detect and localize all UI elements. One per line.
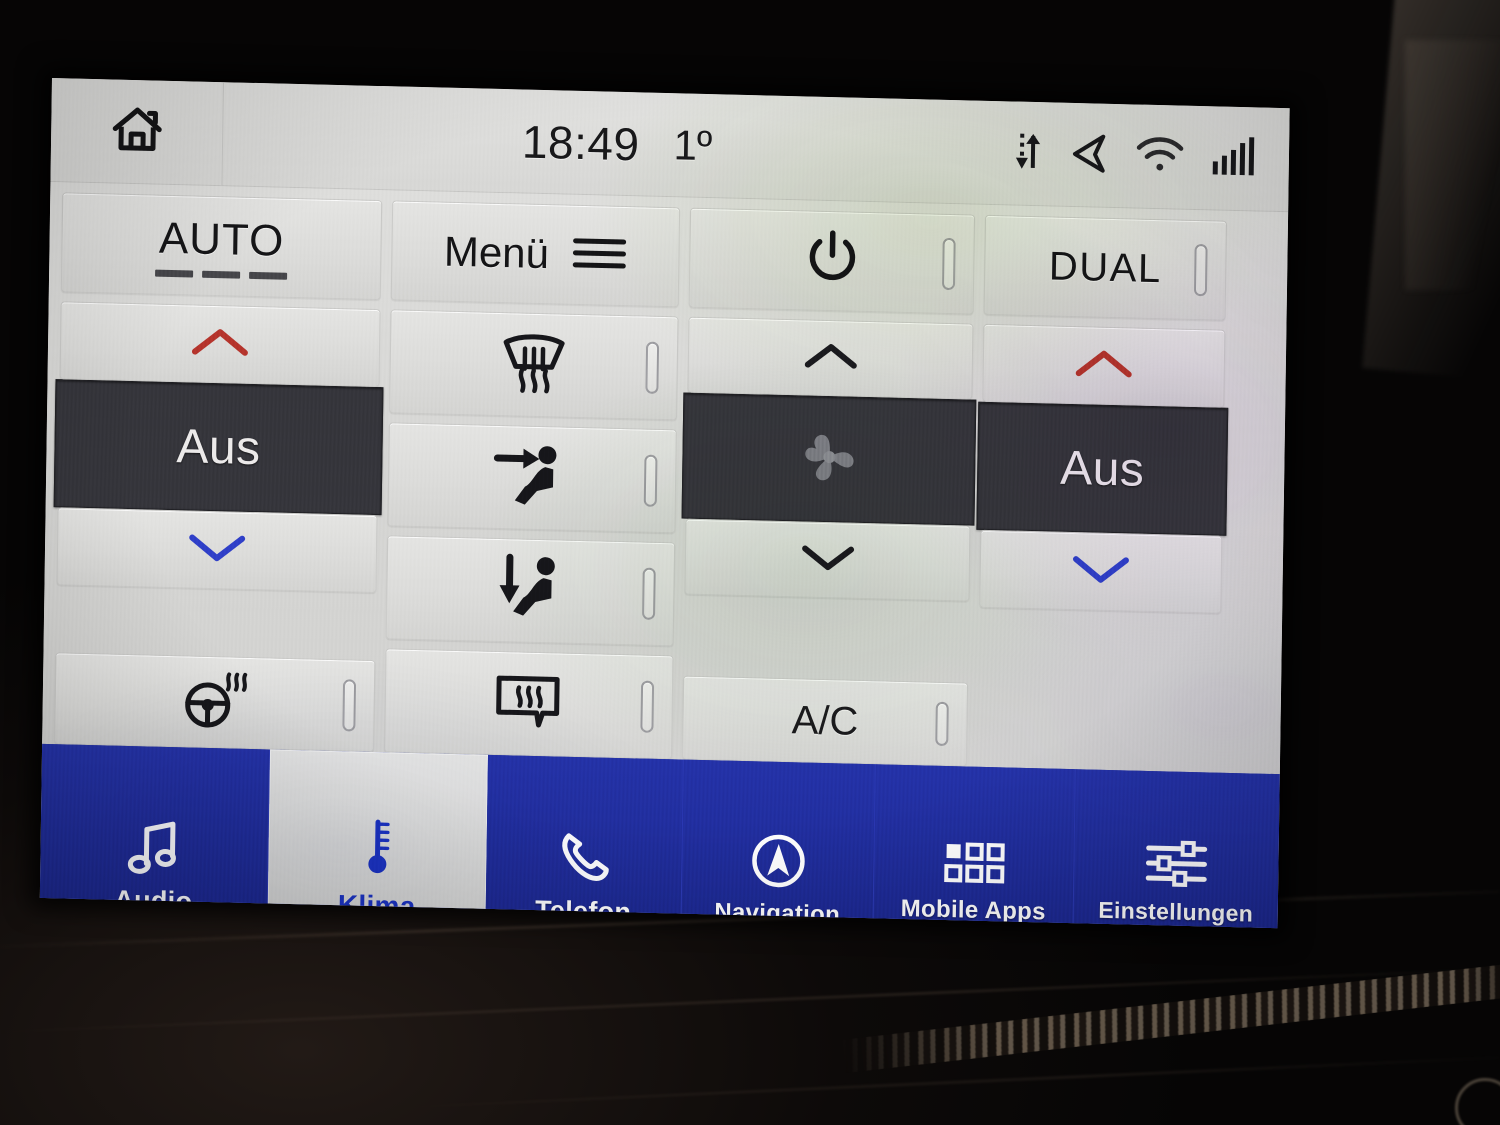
footwell-vent-button[interactable] bbox=[385, 535, 676, 647]
fan-column: A/C bbox=[681, 207, 977, 767]
rear-defrost-button[interactable] bbox=[384, 648, 674, 760]
auto-button[interactable]: AUTO bbox=[60, 192, 383, 301]
chevron-up-icon bbox=[1073, 345, 1136, 388]
thermometer-icon bbox=[359, 819, 396, 881]
chevron-down-icon bbox=[186, 529, 249, 572]
steering-wheel-heat-button[interactable] bbox=[54, 652, 376, 753]
music-note-icon bbox=[126, 815, 183, 876]
bezel-highlight-inner bbox=[1405, 40, 1500, 290]
face-vent-icon bbox=[489, 437, 576, 518]
tab-mobile-apps-label: Mobile Apps bbox=[900, 894, 1046, 926]
driver-temp-readout[interactable]: Aus bbox=[53, 379, 384, 516]
cellular-signal-icon bbox=[1211, 133, 1260, 183]
fan-speed-control bbox=[681, 316, 977, 674]
dash-ridge bbox=[380, 1056, 1500, 1110]
auto-label: AUTO bbox=[158, 213, 285, 266]
tab-navigation-label: Navigation bbox=[714, 898, 841, 929]
tab-audio-label: Audio bbox=[114, 884, 193, 917]
passenger-temperature-control: Aus bbox=[976, 323, 1229, 773]
tab-klima[interactable]: Klima bbox=[267, 749, 489, 929]
footwell-vent-icon bbox=[487, 550, 574, 631]
tab-einstellungen[interactable]: Einstellungen bbox=[1073, 769, 1280, 929]
windshield-defrost-indicator bbox=[645, 341, 660, 394]
power-indicator bbox=[941, 237, 956, 291]
tab-telefon[interactable]: Telefon bbox=[485, 754, 684, 929]
airflow-column: Menü bbox=[384, 200, 681, 760]
tab-navigation[interactable]: Navigation bbox=[681, 759, 876, 929]
status-center: 18:49 1º bbox=[223, 107, 1012, 180]
navigation-cursor-icon bbox=[1069, 130, 1110, 180]
clock: 18:49 bbox=[521, 115, 640, 170]
tab-audio[interactable]: Audio bbox=[39, 743, 271, 929]
face-vent-button[interactable] bbox=[387, 422, 677, 534]
driver-temperature-control: Aus bbox=[53, 301, 384, 651]
tab-klima-label: Klima bbox=[337, 889, 416, 923]
infotainment-screen: 18:49 1º AUTO Aus Menü A/C DUAL Aus Audi… bbox=[39, 78, 1290, 929]
ac-button[interactable]: A/C bbox=[681, 675, 969, 767]
rear-defrost-indicator bbox=[640, 680, 655, 733]
tab-mobile-apps[interactable]: Mobile Apps bbox=[873, 764, 1076, 929]
windshield-defrost-button[interactable] bbox=[389, 309, 679, 421]
footwell-vent-indicator bbox=[642, 567, 656, 620]
tab-einstellungen-label: Einstellungen bbox=[1098, 896, 1254, 927]
dual-indicator bbox=[1193, 243, 1208, 297]
phone-icon bbox=[556, 826, 613, 887]
ac-label: A/C bbox=[791, 697, 859, 744]
face-vent-indicator bbox=[643, 454, 658, 507]
passenger-temp-up-button[interactable] bbox=[982, 323, 1226, 408]
menu-label: Menü bbox=[443, 227, 550, 278]
chevron-down-icon bbox=[796, 540, 859, 581]
dashboard-photo: 18:49 1º AUTO Aus Menü A/C DUAL Aus Audi… bbox=[0, 0, 1500, 1125]
data-transfer-icon bbox=[1011, 127, 1046, 179]
chevron-up-icon bbox=[799, 338, 862, 379]
menu-button[interactable]: Menü bbox=[390, 200, 681, 308]
main-tab-bar: Audio Klima Telefon Navigation Mobile Ap… bbox=[39, 743, 1280, 929]
ac-indicator bbox=[935, 701, 949, 747]
power-button[interactable] bbox=[688, 207, 976, 315]
fan-up-button[interactable] bbox=[687, 316, 974, 400]
fan-down-button[interactable] bbox=[684, 518, 971, 602]
left-climate-column: AUTO Aus bbox=[53, 192, 384, 753]
chevron-down-icon bbox=[1069, 550, 1132, 593]
fan-blade-icon bbox=[793, 423, 864, 496]
chevron-up-icon bbox=[189, 323, 252, 366]
home-icon bbox=[108, 102, 165, 160]
driver-temp-value: Aus bbox=[176, 419, 262, 475]
power-icon bbox=[800, 226, 863, 297]
auto-level-indicator bbox=[155, 269, 288, 280]
app-grid-icon bbox=[942, 826, 1007, 888]
steering-wheel-heat-indicator bbox=[342, 679, 357, 732]
dual-button[interactable]: DUAL bbox=[983, 214, 1228, 321]
passenger-temp-readout[interactable]: Aus bbox=[976, 401, 1229, 536]
dashboard-trim-strip bbox=[840, 960, 1500, 1074]
wifi-icon bbox=[1133, 132, 1188, 180]
dual-label: DUAL bbox=[1048, 243, 1162, 291]
passenger-temp-down-button[interactable] bbox=[979, 529, 1223, 614]
sliders-icon bbox=[1144, 828, 1209, 890]
passenger-temp-value: Aus bbox=[1059, 441, 1145, 497]
compass-arrow-icon bbox=[749, 829, 808, 890]
fan-speed-readout[interactable] bbox=[681, 392, 977, 526]
driver-temp-down-button[interactable] bbox=[56, 507, 378, 594]
status-icon-tray bbox=[1011, 127, 1290, 185]
steering-wheel-heat-icon bbox=[177, 668, 252, 737]
dashboard-knob bbox=[1455, 1078, 1500, 1125]
rear-defrost-icon bbox=[486, 669, 571, 738]
outside-temperature: 1º bbox=[673, 120, 713, 169]
driver-temp-up-button[interactable] bbox=[59, 301, 381, 388]
windshield-defrost-icon bbox=[491, 325, 576, 404]
hamburger-menu-icon bbox=[571, 233, 628, 277]
right-climate-column: DUAL Aus bbox=[976, 214, 1229, 773]
climate-panel: AUTO Aus Menü A/C DUAL Aus bbox=[42, 181, 1289, 775]
home-button[interactable] bbox=[50, 78, 224, 186]
